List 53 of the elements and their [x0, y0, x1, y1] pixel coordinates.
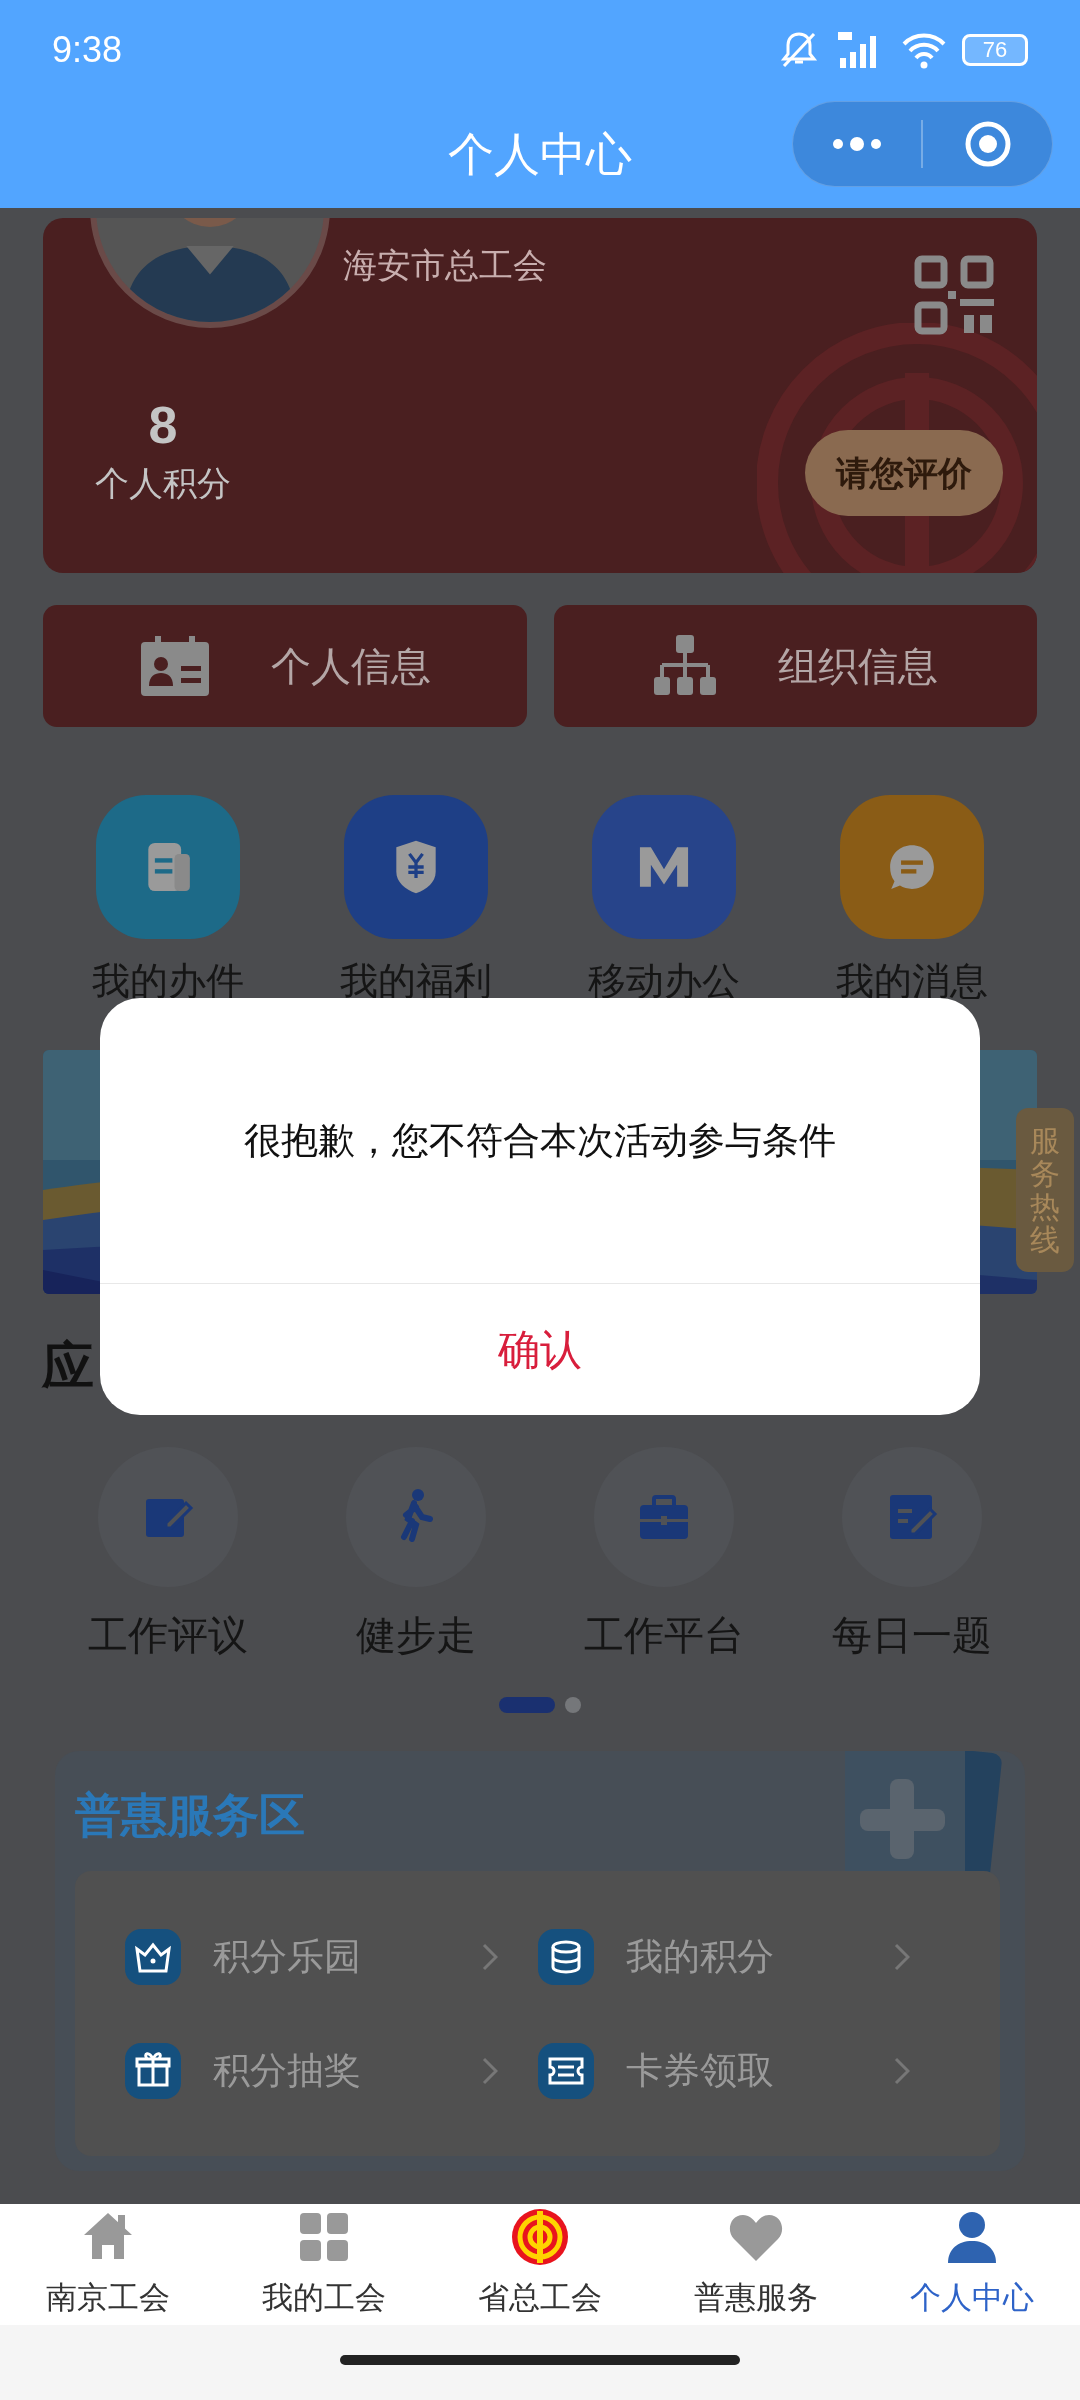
tab-bar-item[interactable]: 我的工会: [216, 2204, 432, 2325]
benefit-label: 积分乐园: [213, 1934, 362, 1979]
target-icon: [963, 120, 1012, 168]
benefit-item[interactable]: 我的积分: [537, 1928, 950, 1985]
points-label: 个人积分: [95, 463, 231, 504]
tab-bar-item[interactable]: 南京工会: [0, 2204, 216, 2325]
chevron-right-icon: [894, 2056, 910, 2085]
shortcut-label: 我的消息: [836, 959, 988, 1004]
benefit-item[interactable]: 积分抽奖: [125, 2042, 538, 2099]
status-time: 9:38: [52, 28, 123, 72]
app-item[interactable]: 每日一题: [788, 1447, 1036, 1665]
dialog-message: 很抱歉，您不符合本次活动参与条件: [244, 1118, 836, 1163]
app-label: 健步走: [356, 1612, 476, 1659]
benefit-item[interactable]: 积分乐园: [125, 1928, 538, 1985]
service-hotline-tab[interactable]: 服务热线: [1016, 1108, 1074, 1272]
battery-level: 76: [982, 39, 1008, 61]
benefit-item[interactable]: 卡券领取: [537, 2042, 950, 2099]
app-label: 工作平台: [584, 1612, 744, 1659]
more-icon: [830, 136, 884, 152]
app-item[interactable]: 工作平台: [540, 1447, 788, 1665]
shortcut-item[interactable]: 我的消息: [788, 795, 1036, 1010]
app-item[interactable]: 健步走: [292, 1447, 540, 1665]
tab-bar-item[interactable]: 省总工会: [432, 2204, 648, 2325]
shortcut-label: 移动办公: [588, 959, 740, 1004]
benefits-title: 普惠服务区: [75, 1788, 305, 1843]
qr-code-icon[interactable]: [914, 255, 994, 335]
info-button[interactable]: 组织信息: [553, 605, 1037, 727]
points-value: 8: [148, 395, 178, 456]
chevron-right-icon: [894, 1942, 910, 1971]
shortcut-label: 我的福利: [340, 959, 492, 1004]
shortcut-label: 我的办件: [92, 959, 244, 1004]
shortcut-item[interactable]: 我的福利: [292, 795, 540, 1010]
page-indicator[interactable]: [565, 1697, 581, 1713]
rate-button[interactable]: 请您评价: [805, 430, 1003, 516]
chevron-right-icon: [481, 1942, 498, 1971]
id-card-icon: [138, 634, 211, 698]
benefit-label: 我的积分: [625, 1934, 775, 1979]
app-item[interactable]: 工作评议: [44, 1447, 292, 1665]
app-label: 工作评议: [88, 1612, 248, 1659]
confirm-button[interactable]: 确认: [100, 1284, 980, 1415]
section-title: 应: [42, 1336, 94, 1397]
shortcut-item[interactable]: 我的办件: [44, 795, 292, 1010]
shortcut-item[interactable]: 移动办公: [540, 795, 788, 1010]
benefit-label: 积分抽奖: [213, 2048, 362, 2093]
organization-name: 海安市总工会: [343, 245, 547, 286]
chevron-right-icon: [481, 2056, 498, 2085]
benefit-label: 卡券领取: [625, 2048, 775, 2093]
tab-bar-item[interactable]: 普惠服务: [648, 2204, 864, 2325]
info-button[interactable]: 个人信息: [43, 605, 527, 727]
tab-bar-item[interactable]: 个人中心: [864, 2204, 1080, 2325]
emblem-icon: [510, 2207, 570, 2268]
app-label: 每日一题: [832, 1612, 992, 1659]
page-title: 个人中心: [448, 126, 632, 182]
